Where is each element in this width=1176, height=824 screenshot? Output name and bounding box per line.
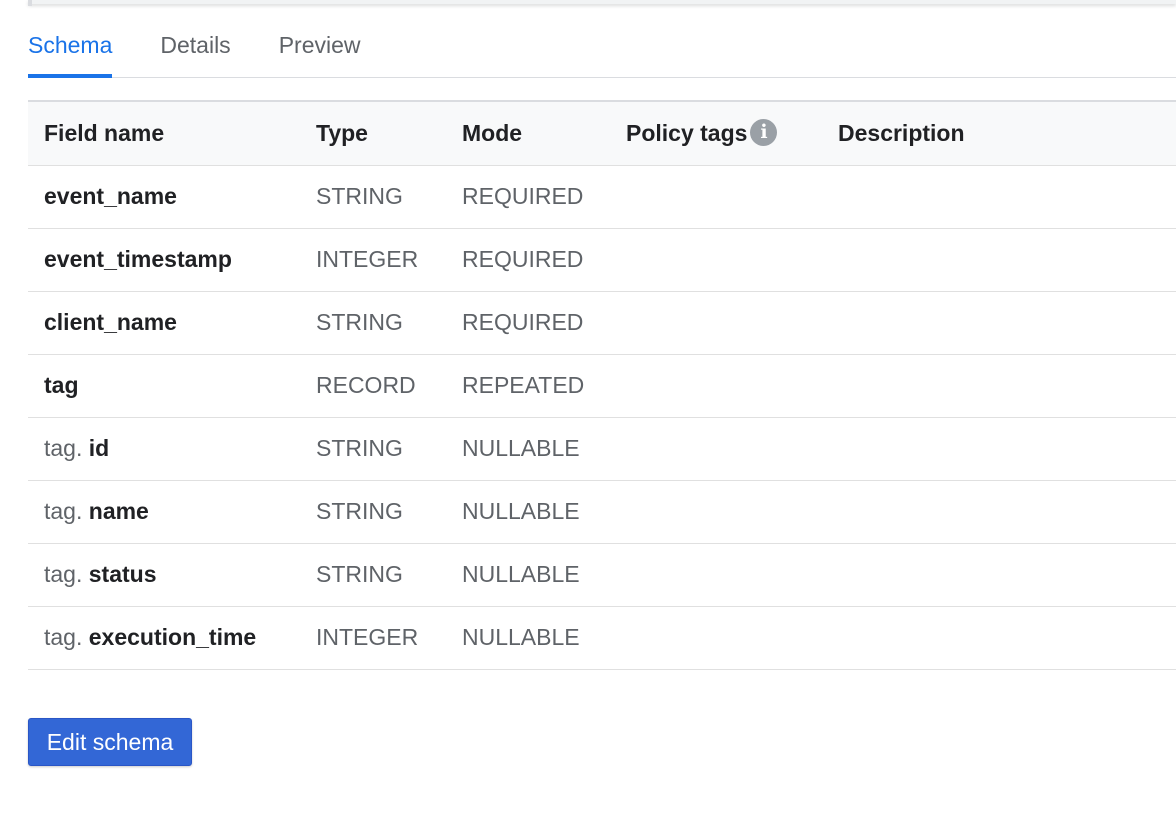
field-mode-cell: REQUIRED — [446, 291, 610, 355]
policy-tags-cell — [610, 543, 822, 607]
field-type-cell: RECORD — [300, 354, 446, 418]
field-mode-cell: REQUIRED — [446, 165, 610, 229]
field-mode-cell: NULLABLE — [446, 480, 610, 544]
description-cell — [822, 543, 1176, 607]
tab-details[interactable]: Details — [160, 20, 230, 77]
column-header-field-name: Field name — [28, 100, 300, 166]
table-row[interactable]: client_name STRING REQUIRED — [28, 291, 1176, 355]
field-name-cell: tag. status — [28, 543, 300, 607]
field-type-cell: STRING — [300, 543, 446, 607]
policy-tags-label: Policy tags — [626, 120, 748, 147]
field-type-cell: STRING — [300, 291, 446, 355]
field-mode-cell: REPEATED — [446, 354, 610, 418]
field-name: event_name — [44, 183, 177, 209]
table-row[interactable]: tag. name STRING NULLABLE — [28, 480, 1176, 544]
field-name: event_timestamp — [44, 246, 232, 272]
policy-tags-cell — [610, 606, 822, 670]
field-mode-cell: NULLABLE — [446, 417, 610, 481]
field-name-cell: event_name — [28, 165, 300, 229]
field-mode-cell: REQUIRED — [446, 228, 610, 292]
column-header-description: Description — [822, 100, 1176, 166]
policy-tags-cell — [610, 165, 822, 229]
policy-tags-cell — [610, 417, 822, 481]
tab-schema[interactable]: Schema — [28, 20, 113, 78]
field-name: client_name — [44, 309, 177, 335]
description-cell — [822, 606, 1176, 670]
field-name-cell: tag. name — [28, 480, 300, 544]
tab-preview[interactable]: Preview — [279, 20, 361, 77]
field-mode-cell: NULLABLE — [446, 606, 610, 670]
field-name-cell: tag. execution_time — [28, 606, 300, 670]
parent-field-prefix: tag. — [44, 498, 89, 524]
policy-tags-cell — [610, 480, 822, 544]
field-name: name — [88, 498, 149, 524]
field-type-cell: STRING — [300, 165, 446, 229]
table-row[interactable]: event_name STRING REQUIRED — [28, 165, 1176, 229]
top-panel-edge — [28, 0, 1176, 4]
field-name-cell: event_timestamp — [28, 228, 300, 292]
description-cell — [822, 480, 1176, 544]
field-name: status — [88, 561, 157, 587]
table-row[interactable]: tag. execution_time INTEGER NULLABLE — [28, 606, 1176, 670]
field-type-cell: STRING — [300, 417, 446, 481]
table-header-row: Field name Type Mode Policy tags i Descri… — [28, 100, 1176, 166]
parent-field-prefix: tag. — [44, 624, 89, 650]
parent-field-prefix: tag. — [44, 435, 89, 461]
field-name-cell: tag — [28, 354, 300, 418]
table-row[interactable]: tag. id STRING NULLABLE — [28, 417, 1176, 481]
policy-tags-cell — [610, 354, 822, 418]
description-cell — [822, 354, 1176, 418]
field-name: execution_time — [88, 624, 257, 650]
field-type-cell: INTEGER — [300, 606, 446, 670]
description-cell — [822, 165, 1176, 229]
tab-bar: Schema Details Preview — [28, 20, 1176, 78]
table-body: event_name STRING REQUIRED event_timestamp I… — [28, 165, 1176, 670]
description-cell — [822, 417, 1176, 481]
policy-tags-cell — [610, 291, 822, 355]
field-type-cell: STRING — [300, 480, 446, 544]
description-cell — [822, 228, 1176, 292]
top-panel-corner — [28, 0, 32, 6]
parent-field-prefix: tag. — [44, 561, 89, 587]
schema-table: Field name Type Mode Policy tags i Descri… — [28, 100, 1176, 670]
field-name: id — [88, 435, 110, 461]
info-icon[interactable]: i — [750, 119, 778, 147]
field-name-cell: client_name — [28, 291, 300, 355]
field-name-cell: tag. id — [28, 417, 300, 481]
description-cell — [822, 291, 1176, 355]
policy-tags-cell — [610, 228, 822, 292]
field-type-cell: INTEGER — [300, 228, 446, 292]
field-name: tag — [44, 372, 79, 398]
column-header-policy-tags: Policy tags i — [610, 100, 822, 166]
table-row[interactable]: tag RECORD REPEATED — [28, 354, 1176, 418]
schema-page: Schema Details Preview Field name Type M… — [0, 0, 1176, 824]
edit-schema-button[interactable]: Edit schema — [28, 718, 192, 766]
table-row[interactable]: event_timestamp INTEGER REQUIRED — [28, 228, 1176, 292]
table-row[interactable]: tag. status STRING NULLABLE — [28, 543, 1176, 607]
column-header-type: Type — [300, 100, 446, 166]
column-header-mode: Mode — [446, 100, 610, 166]
field-mode-cell: NULLABLE — [446, 543, 610, 607]
